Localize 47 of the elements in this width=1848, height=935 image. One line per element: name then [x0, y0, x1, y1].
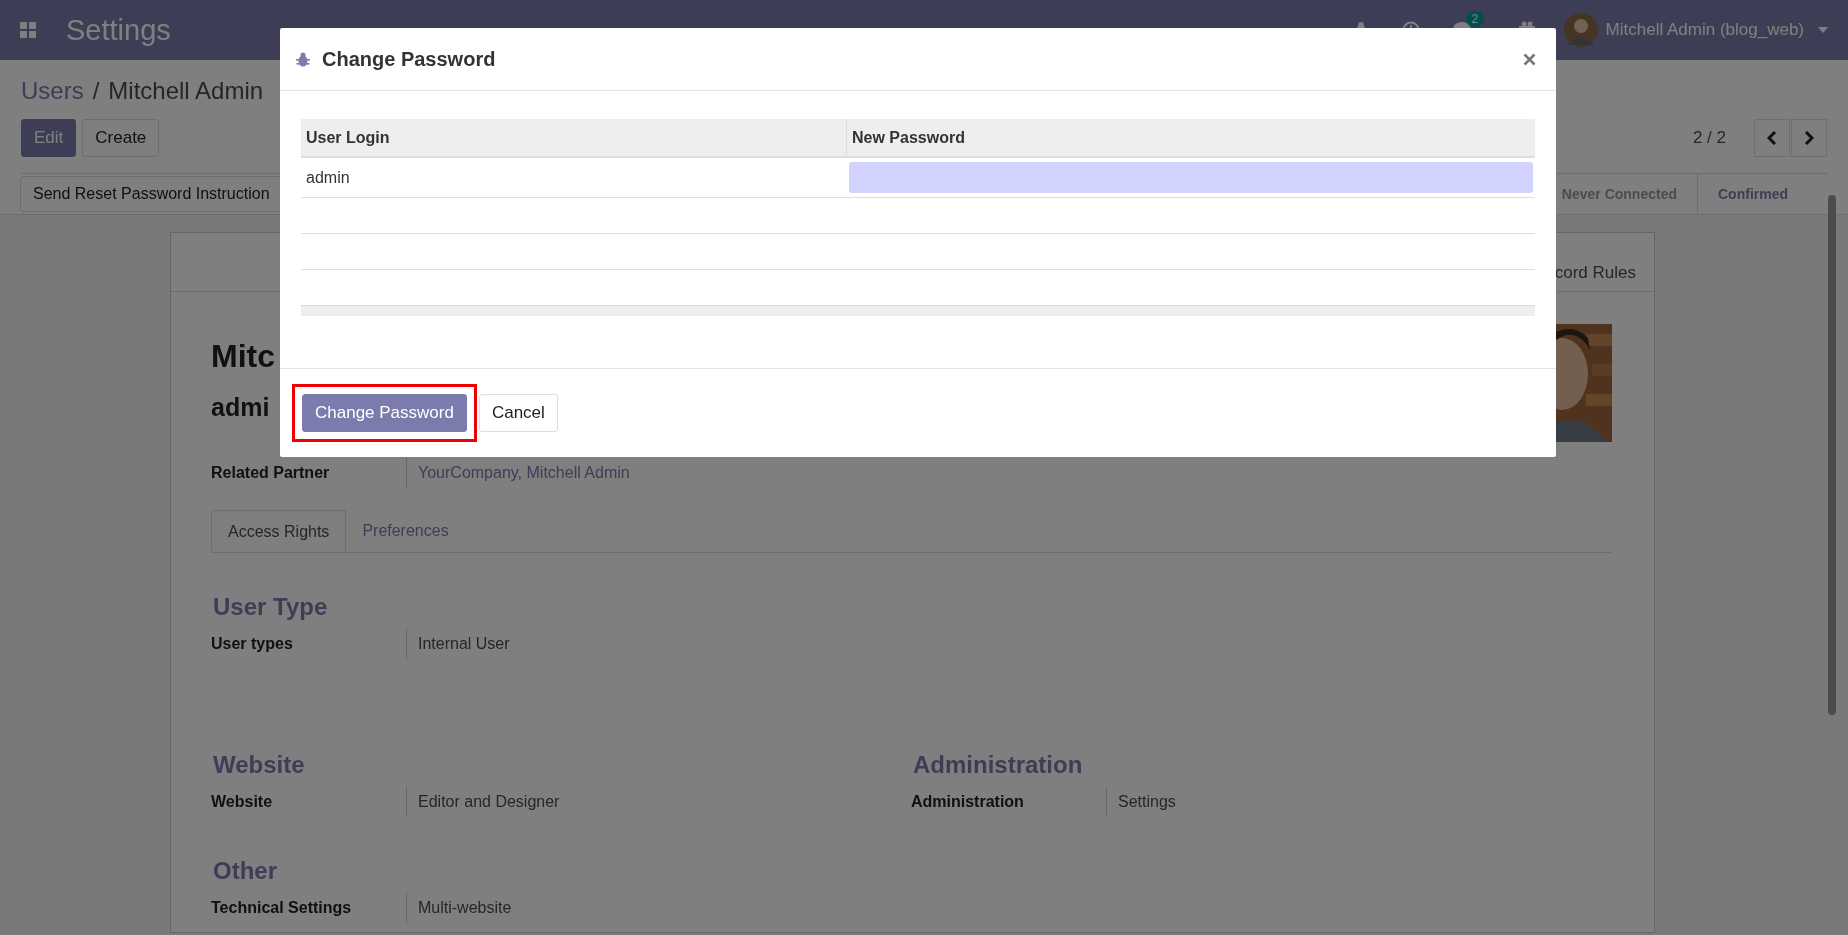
user-menu[interactable]: Mitchell Admin (blog_web) — [1605, 20, 1804, 40]
field-label: Related Partner — [211, 464, 331, 482]
section-heading: User Type — [213, 593, 329, 621]
reset-password-button[interactable]: Send Reset Password Instruction — [20, 176, 283, 212]
breadcrumb-current: Mitchell Admin — [108, 77, 264, 105]
dialog-title: Change Password — [322, 47, 496, 71]
field-value: Multi-website — [406, 893, 512, 923]
tab[interactable]: cord Rules — [1554, 263, 1636, 291]
tab[interactable]: Preferences — [346, 510, 465, 552]
section-heading: Other — [213, 857, 278, 885]
scrollbar[interactable] — [1828, 195, 1836, 715]
field-value: Settings — [1106, 787, 1176, 817]
notification-badge: 2 — [1465, 11, 1485, 27]
field-label: User types — [211, 635, 294, 653]
previous-button[interactable] — [1754, 119, 1790, 157]
status-stage[interactable]: Confirmed — [1697, 174, 1808, 214]
related-partner-link[interactable]: YourCompany, Mitchell Admin — [406, 458, 630, 488]
user-login: admi — [211, 393, 271, 422]
caret-icon[interactable] — [1818, 27, 1828, 33]
table-cell: admin — [301, 157, 847, 198]
chevron-left-icon — [1767, 131, 1777, 145]
breadcrumb-separator: / — [92, 77, 100, 105]
column-header: User Login — [301, 119, 847, 157]
next-button[interactable] — [1791, 119, 1827, 157]
tab[interactable]: Access Rights — [211, 510, 347, 552]
field-value: Internal User — [406, 629, 510, 659]
edit-button[interactable]: Edit — [21, 119, 77, 157]
breadcrumb-link[interactable]: Users — [21, 77, 84, 105]
user-avatar[interactable] — [1563, 13, 1598, 47]
create-button[interactable]: Create — [82, 119, 160, 157]
change-password-button[interactable]: Change Password — [302, 394, 467, 432]
column-header: New Password — [846, 119, 1535, 157]
field-value: Editor and Designer — [406, 787, 560, 817]
field-label: Website — [211, 793, 274, 811]
section-heading: Administration — [913, 751, 1084, 779]
password-field[interactable] — [848, 162, 1533, 193]
field-label: Technical Settings — [211, 899, 353, 917]
app-title: Settings — [66, 13, 171, 47]
chevron-right-icon — [1804, 131, 1814, 145]
apps-menu-icon[interactable] — [20, 22, 36, 38]
cancel-button[interactable]: Cancel — [478, 394, 558, 432]
bug-icon — [296, 51, 310, 67]
section-heading: Website — [213, 751, 306, 779]
pager-counter: 2 / 2 — [1692, 128, 1726, 148]
user-name: Mitc — [211, 338, 275, 375]
close-icon[interactable] — [1523, 52, 1536, 66]
field-label: Administration — [911, 793, 1025, 811]
